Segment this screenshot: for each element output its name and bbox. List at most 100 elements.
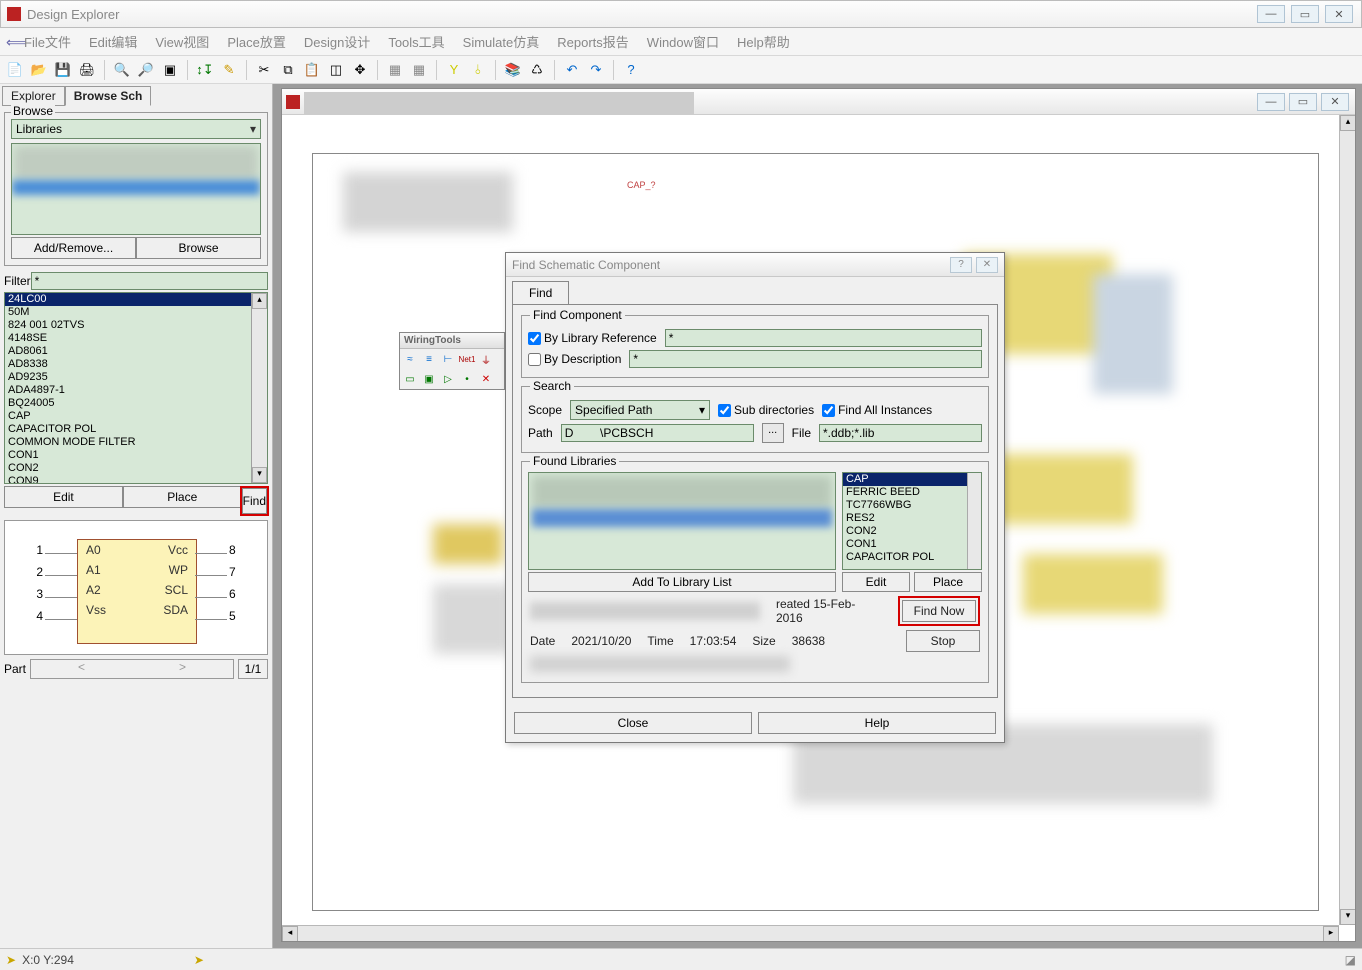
list-item[interactable]: 4148SE	[5, 332, 267, 345]
list-item[interactable]: AD9235	[5, 371, 267, 384]
paste-icon[interactable]: 📋	[303, 61, 321, 79]
list-item[interactable]: COMMON MODE FILTER	[5, 436, 267, 449]
pencil-icon[interactable]: ✎	[220, 61, 238, 79]
canvas-hscroll[interactable]: ◂▸	[282, 925, 1339, 941]
copy-icon[interactable]: ⧉	[279, 61, 297, 79]
grid1-icon[interactable]: ▦	[386, 61, 404, 79]
menu-edit[interactable]: Edit编辑	[89, 32, 137, 51]
component-list[interactable]: 24LC00 50M 824 001 02TVS 4148SE AD8061 A…	[4, 292, 268, 484]
part-next[interactable]: >	[132, 660, 233, 678]
path-browse-button[interactable]: ...	[762, 423, 784, 443]
list-item[interactable]: BQ24005	[5, 397, 267, 410]
list-item[interactable]: CAP	[5, 410, 267, 423]
tab-browse-sch[interactable]: Browse Sch	[65, 86, 152, 106]
schematic-canvas[interactable]: CAP_? WiringTools ≈ ≡ ⊢ Net1 ⏚ ▭	[312, 153, 1319, 911]
zoomfit-icon[interactable]: ▣	[161, 61, 179, 79]
list-item[interactable]: CON9	[5, 475, 267, 484]
port-icon[interactable]: ▷	[440, 371, 456, 387]
browse-combo[interactable]: Libraries ▾	[11, 119, 261, 139]
select-icon[interactable]: ◫	[327, 61, 345, 79]
part-prev[interactable]: <	[31, 660, 132, 678]
canvas-vscroll[interactable]: ▴▾	[1339, 115, 1355, 925]
sheet-icon[interactable]: ▣	[421, 371, 437, 387]
scope-combo[interactable]: Specified Path▾	[570, 400, 710, 420]
list-item[interactable]: RES2	[843, 512, 981, 525]
menu-window[interactable]: Window窗口	[647, 32, 719, 51]
list-item[interactable]: CON1	[5, 449, 267, 462]
find-now-button[interactable]: Find Now	[902, 600, 976, 622]
menu-place[interactable]: Place放置	[227, 32, 286, 51]
menu-help[interactable]: Help帮助	[737, 32, 790, 51]
move-icon[interactable]: ✥	[351, 61, 369, 79]
dialog-help-button[interactable]: ?	[950, 257, 972, 273]
findall-checkbox[interactable]: Find All Instances	[822, 403, 932, 417]
help-dialog-button[interactable]: Help	[758, 712, 996, 734]
by-descrip-checkbox[interactable]: By Description	[528, 352, 621, 366]
dot-icon[interactable]: •	[459, 371, 475, 387]
wiring-tools-palette[interactable]: WiringTools ≈ ≡ ⊢ Net1 ⏚ ▭ ▣ ▷ •	[399, 332, 505, 390]
part-scroll[interactable]: < >	[30, 659, 234, 679]
menu-file[interactable]: File文件	[24, 32, 71, 51]
menu-view[interactable]: View视图	[155, 32, 209, 51]
undo-icon[interactable]: ↶	[563, 61, 581, 79]
find-button[interactable]: Find	[242, 488, 267, 514]
filter-input[interactable]	[31, 272, 268, 290]
bus-icon[interactable]: ≡	[421, 351, 437, 367]
cycle-icon[interactable]: ♺	[528, 61, 546, 79]
list-item[interactable]: ADA4897-1	[5, 384, 267, 397]
close-button[interactable]: ✕	[1325, 5, 1353, 23]
tool-branch-icon[interactable]: ⫰	[469, 61, 487, 79]
list-item[interactable]: TC7766WBG	[843, 499, 981, 512]
menu-simulate[interactable]: Simulate仿真	[463, 32, 540, 51]
close-dialog-button[interactable]: Close	[514, 712, 752, 734]
subdir-checkbox[interactable]: Sub directories	[718, 403, 814, 417]
child-minimize-button[interactable]: —	[1257, 93, 1285, 111]
add-remove-button[interactable]: Add/Remove...	[11, 237, 136, 259]
grid2-icon[interactable]: ▦	[410, 61, 428, 79]
netlabel-icon[interactable]: Net1	[459, 351, 475, 367]
list-item[interactable]: 24LC00	[5, 293, 267, 306]
open-icon[interactable]: 📂	[30, 61, 48, 79]
menu-tools[interactable]: Tools工具	[388, 32, 444, 51]
list-item[interactable]: FERRIC BEED	[843, 486, 981, 499]
by-libref-checkbox[interactable]: By Library Reference	[528, 331, 657, 345]
power-icon[interactable]: ⏚	[478, 351, 494, 367]
found-edit-button[interactable]: Edit	[842, 572, 910, 592]
help-icon[interactable]: ?	[622, 61, 640, 79]
save-icon[interactable]: 💾	[54, 61, 72, 79]
file-input[interactable]	[819, 424, 982, 442]
part-icon[interactable]: ▭	[402, 371, 418, 387]
child-close-button[interactable]: ✕	[1321, 93, 1349, 111]
list-item[interactable]: 824 001 02TVS	[5, 319, 267, 332]
maximize-button[interactable]: ▭	[1291, 5, 1319, 23]
minimize-button[interactable]: —	[1257, 5, 1285, 23]
child-maximize-button[interactable]: ▭	[1289, 93, 1317, 111]
new-icon[interactable]: 📄	[6, 61, 24, 79]
redo-icon[interactable]: ↷	[587, 61, 605, 79]
browse-button[interactable]: Browse	[136, 237, 261, 259]
stop-button[interactable]: Stop	[906, 630, 980, 652]
libraries-list[interactable]	[11, 143, 261, 235]
add-to-library-button[interactable]: Add To Library List	[528, 572, 836, 592]
found-libraries-list[interactable]	[528, 472, 836, 570]
found-scrollbar[interactable]	[967, 473, 981, 569]
list-item[interactable]: CON1	[843, 538, 981, 551]
list-item[interactable]: CAPACITOR POL	[843, 551, 981, 564]
wire-icon[interactable]: ≈	[402, 351, 418, 367]
list-item[interactable]: CON2	[5, 462, 267, 475]
list-item[interactable]: AD8338	[5, 358, 267, 371]
found-place-button[interactable]: Place	[914, 572, 982, 592]
edit-button[interactable]: Edit	[4, 486, 123, 508]
find-tab[interactable]: Find	[512, 281, 569, 304]
book-icon[interactable]: 📚	[504, 61, 522, 79]
list-item[interactable]: CAPACITOR POL	[5, 423, 267, 436]
list-item[interactable]: CAP	[843, 473, 981, 486]
list-item[interactable]: CON2	[843, 525, 981, 538]
found-components-list[interactable]: CAP FERRIC BEED TC7766WBG RES2 CON2 CON1…	[842, 472, 982, 570]
component-scrollbar[interactable]: ▴ ▾	[251, 293, 267, 483]
list-item[interactable]: 50M	[5, 306, 267, 319]
libref-input[interactable]	[665, 329, 982, 347]
back-arrow-icon[interactable]: ⟸	[6, 34, 26, 51]
menu-reports[interactable]: Reports报告	[557, 32, 629, 51]
find-dialog-title[interactable]: Find Schematic Component ? ✕	[506, 253, 1004, 277]
